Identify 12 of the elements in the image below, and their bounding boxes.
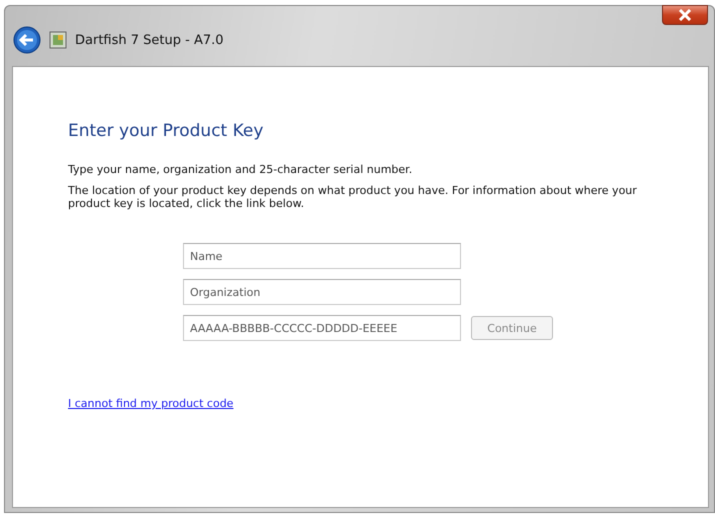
close-button[interactable] (662, 5, 708, 25)
help-link[interactable]: I cannot find my product code (68, 397, 234, 410)
back-button[interactable] (13, 26, 41, 54)
page-heading: Enter your Product Key (68, 121, 264, 141)
input-field[interactable]: Organization (183, 279, 461, 305)
input-field[interactable]: Name (183, 243, 461, 269)
close-icon (678, 9, 692, 21)
input-field[interactable]: AAAAA-BBBBB-CCCCC-DDDDD-EEEEE (183, 315, 461, 341)
window-title: Dartfish 7 Setup - A7.0 (75, 32, 224, 48)
instruction-text: The location of your product key depends on what product you have. For information about where your product key is located, click the link below. (68, 184, 638, 210)
instruction-text: Type your name, organization and 25-character serial number. (68, 163, 414, 176)
setup-icon (49, 31, 67, 49)
